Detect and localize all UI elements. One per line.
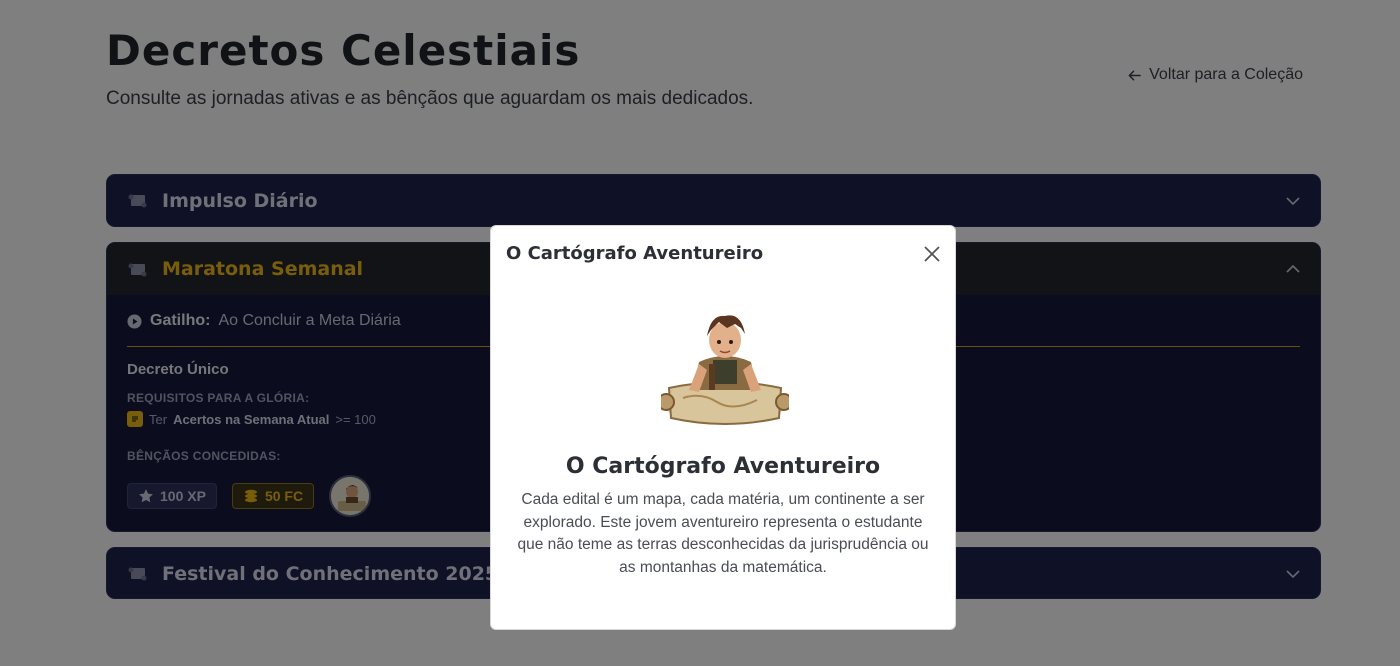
reward-modal: O Cartógrafo Aventureiro O Cartógrafo Av…: [490, 225, 956, 630]
modal-title: O Cartógrafo Aventureiro: [506, 243, 764, 264]
reward-name: O Cartógrafo Aventureiro: [565, 454, 881, 479]
cartographer-illustration: [661, 315, 789, 425]
reward-description: Cada edital é um mapa, cada matéria, um …: [517, 491, 929, 576]
close-icon[interactable]: [922, 244, 942, 264]
